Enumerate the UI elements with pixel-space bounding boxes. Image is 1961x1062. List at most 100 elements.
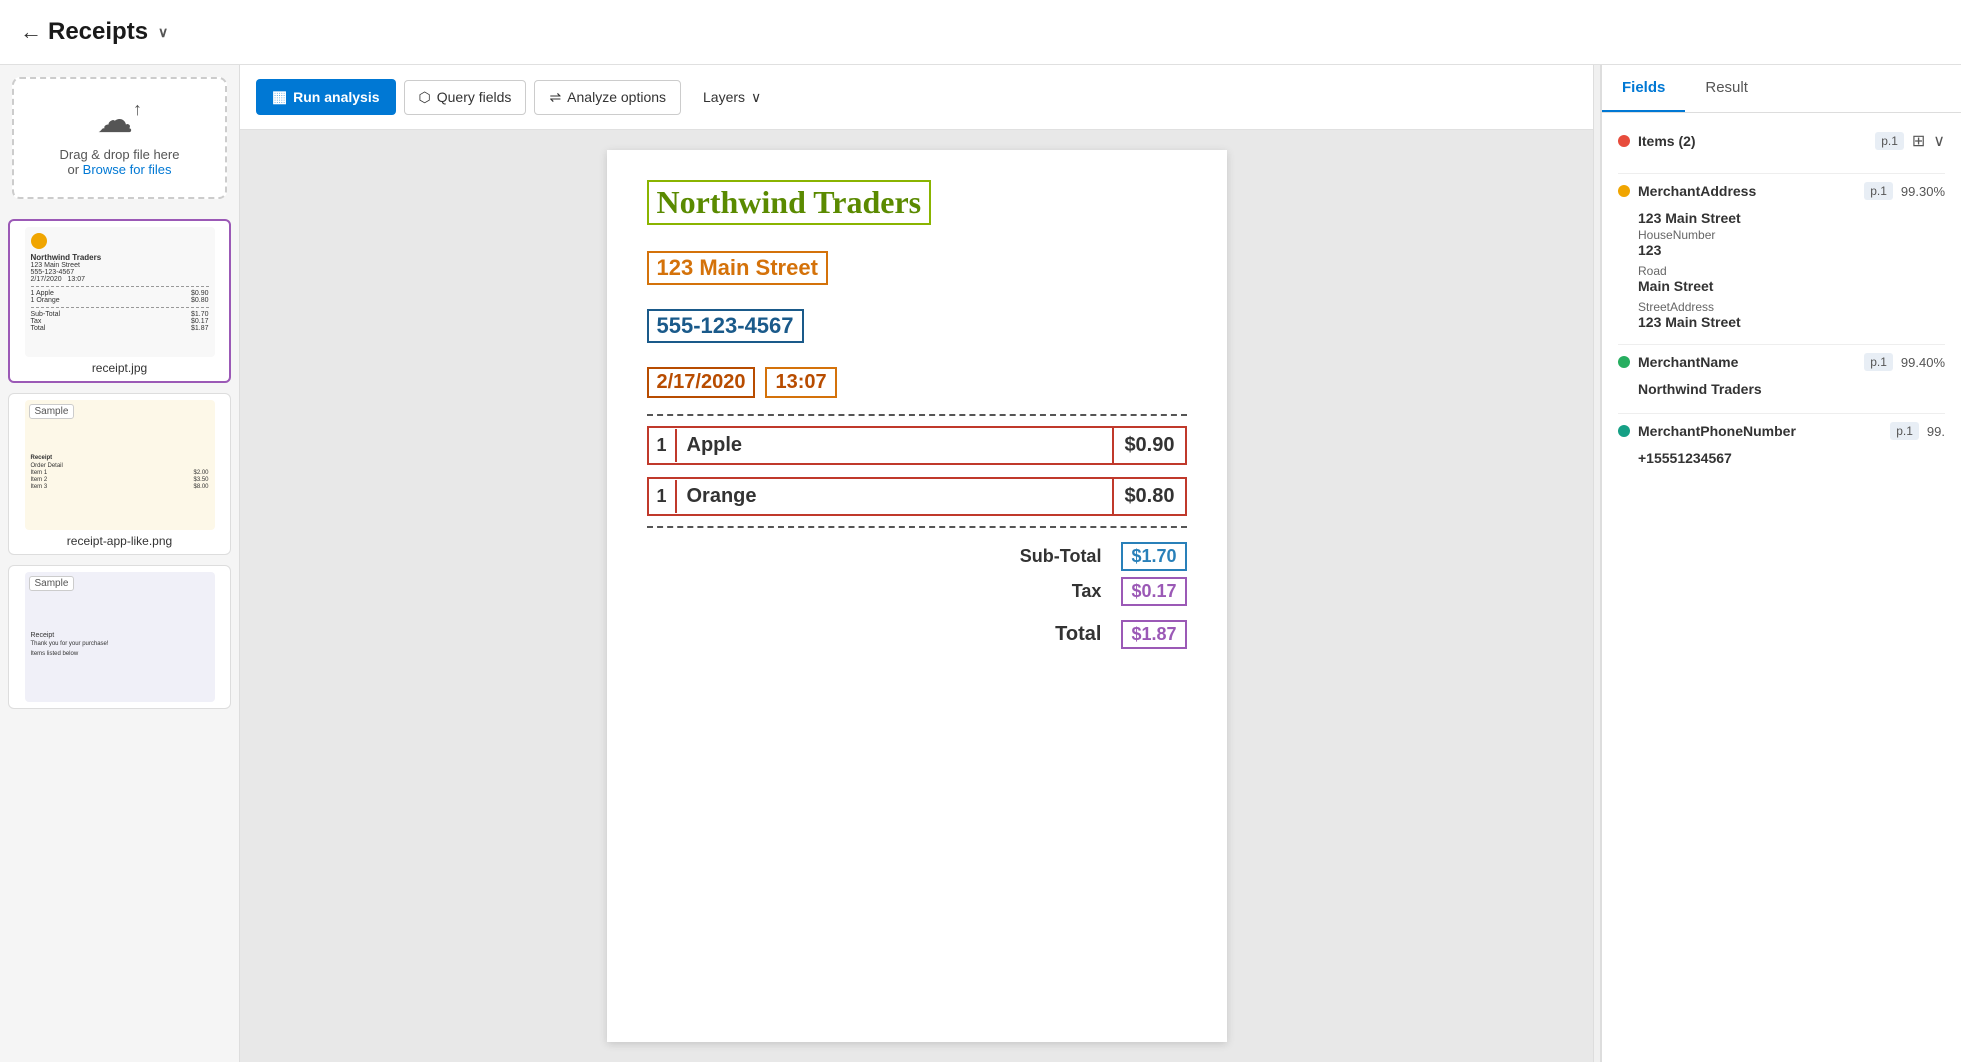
subtotal-value: $1.70 bbox=[1121, 542, 1186, 571]
field-header-items: Items (2) p.1 ⊞ ∨ bbox=[1618, 123, 1945, 159]
header: ← Receipts ∨ bbox=[0, 0, 1961, 65]
query-fields-button[interactable]: ⬡ Query fields bbox=[404, 80, 527, 115]
field-page-merchant-phone: p.1 bbox=[1890, 422, 1919, 440]
field-value-merchant-name: Northwind Traders bbox=[1618, 379, 1945, 399]
field-confidence-merchant-phone: 99. bbox=[1927, 424, 1945, 439]
receipt-datetime: 2/17/2020 13:07 bbox=[647, 367, 1187, 398]
field-confidence-merchant-address: 99.30% bbox=[1901, 184, 1945, 199]
browse-link[interactable]: Browse for files bbox=[83, 162, 172, 177]
panel-divider[interactable] bbox=[1593, 65, 1601, 1062]
field-header-merchant-name: MerchantName p.1 99.40% bbox=[1618, 345, 1945, 379]
field-dot-items bbox=[1618, 135, 1630, 147]
main-layout: ☁↑ Drag & drop file here or Browse for f… bbox=[0, 65, 1961, 1062]
field-name-merchant-address: MerchantAddress bbox=[1638, 183, 1856, 199]
field-name-merchant-name: MerchantName bbox=[1638, 354, 1856, 370]
panel-content: Items (2) p.1 ⊞ ∨ MerchantAddress p.1 99… bbox=[1602, 113, 1961, 1062]
sub-field-streetaddress: StreetAddress 123 Main Street bbox=[1618, 300, 1945, 330]
center-area: ▦ Run analysis ⬡ Query fields ⇌ Analyze … bbox=[240, 65, 1593, 1062]
field-confidence-merchant-name: 99.40% bbox=[1901, 355, 1945, 370]
panel-tabs: Fields Result bbox=[1602, 65, 1961, 113]
layers-button[interactable]: Layers ∨ bbox=[689, 81, 775, 114]
item-price-orange: $0.80 bbox=[1114, 479, 1184, 514]
receipt-totals: Sub-Total $1.70 Tax $0.17 Total $1.87 bbox=[647, 542, 1187, 649]
field-name-merchant-phone: MerchantPhoneNumber bbox=[1638, 423, 1882, 439]
receipt-item-orange: 1 Orange $0.80 bbox=[647, 477, 1187, 516]
field-value-merchant-phone: +15551234567 bbox=[1618, 448, 1945, 468]
file-thumbnail-receipt: Northwind Traders 123 Main Street 555-12… bbox=[25, 227, 215, 357]
run-icon: ▦ bbox=[272, 87, 287, 107]
back-arrow-icon: ← bbox=[20, 19, 42, 45]
field-merchant-name: MerchantName p.1 99.40% Northwind Trader… bbox=[1618, 345, 1945, 399]
drop-text: Drag & drop file here bbox=[34, 147, 205, 162]
field-header-merchant-phone: MerchantPhoneNumber p.1 99. bbox=[1618, 414, 1945, 448]
subtotal-row: Sub-Total $1.70 bbox=[647, 542, 1187, 571]
receipt-phone-block: 555-123-4567 bbox=[647, 309, 1187, 355]
item-qty-2: 1 bbox=[649, 480, 677, 513]
field-dot-merchant-address bbox=[1618, 185, 1630, 197]
field-merchant-address: MerchantAddress p.1 99.30% 123 Main Stre… bbox=[1618, 174, 1945, 330]
analyze-icon: ⇌ bbox=[549, 89, 561, 106]
item-name-apple: Apple bbox=[677, 428, 1115, 463]
receipt-items: 1 Apple $0.90 1 Orange $0.80 bbox=[647, 426, 1187, 516]
sample-badge-2: Sample bbox=[29, 576, 75, 591]
receipt-address-block: 123 Main Street bbox=[647, 251, 1187, 297]
analyze-label: Analyze options bbox=[567, 89, 666, 105]
file-item-sample2[interactable]: Sample Receipt Thank you for your purcha… bbox=[8, 565, 231, 709]
field-expand-items[interactable]: ∨ bbox=[1933, 131, 1945, 151]
run-analysis-button[interactable]: ▦ Run analysis bbox=[256, 79, 396, 115]
query-icon: ⬡ bbox=[419, 89, 431, 106]
sample-badge: Sample bbox=[29, 404, 75, 419]
sub-field-housenumber: HouseNumber 123 bbox=[1618, 228, 1945, 258]
receipt-title: Northwind Traders bbox=[647, 180, 1187, 237]
file-sidebar: ☁↑ Drag & drop file here or Browse for f… bbox=[0, 65, 240, 1062]
field-value-merchant-address: 123 Main Street bbox=[1618, 208, 1945, 228]
back-button[interactable]: ← Receipts ∨ bbox=[20, 18, 168, 46]
drop-text2: or Browse for files bbox=[34, 162, 205, 177]
layers-caret-icon: ∨ bbox=[751, 89, 761, 106]
file-item-sample1[interactable]: Sample Receipt Order Detail Item 1$2.00 … bbox=[8, 393, 231, 555]
analyze-options-button[interactable]: ⇌ Analyze options bbox=[534, 80, 681, 115]
field-items: Items (2) p.1 ⊞ ∨ bbox=[1618, 123, 1945, 159]
dashed-separator-2 bbox=[647, 526, 1187, 528]
item-name-orange: Orange bbox=[677, 479, 1115, 514]
cloud-upload-icon: ☁↑ bbox=[34, 99, 205, 141]
file-dot bbox=[31, 233, 47, 249]
field-page-merchant-name: p.1 bbox=[1864, 353, 1893, 371]
tax-value: $0.17 bbox=[1121, 577, 1186, 606]
query-label: Query fields bbox=[437, 89, 512, 105]
field-dot-merchant-phone bbox=[1618, 425, 1630, 437]
field-grid-icon-items[interactable]: ⊞ bbox=[1912, 131, 1925, 151]
file-thumbnail-sample1: Sample Receipt Order Detail Item 1$2.00 … bbox=[25, 400, 215, 530]
total-label: Total bbox=[981, 623, 1101, 646]
document-area[interactable]: Northwind Traders 123 Main Street 555-12… bbox=[240, 130, 1593, 1062]
file-list: Northwind Traders 123 Main Street 555-12… bbox=[0, 211, 239, 1062]
run-label: Run analysis bbox=[293, 89, 379, 105]
page-title: Receipts bbox=[48, 18, 148, 46]
sub-field-road: Road Main Street bbox=[1618, 264, 1945, 294]
receipt-item-apple: 1 Apple $0.90 bbox=[647, 426, 1187, 465]
field-merchant-phone: MerchantPhoneNumber p.1 99. +15551234567 bbox=[1618, 414, 1945, 468]
field-page-merchant-address: p.1 bbox=[1864, 182, 1893, 200]
tab-fields[interactable]: Fields bbox=[1602, 65, 1685, 112]
file-item-receipt[interactable]: Northwind Traders 123 Main Street 555-12… bbox=[8, 219, 231, 383]
tab-result[interactable]: Result bbox=[1685, 65, 1768, 112]
field-name-items: Items (2) bbox=[1638, 133, 1867, 149]
tax-row: Tax $0.17 bbox=[647, 577, 1187, 606]
file-name-sample1: receipt-app-like.png bbox=[67, 534, 172, 548]
layers-label: Layers bbox=[703, 89, 745, 105]
tax-label: Tax bbox=[981, 581, 1101, 602]
total-value: $1.87 bbox=[1121, 620, 1186, 649]
document-page: Northwind Traders 123 Main Street 555-12… bbox=[607, 150, 1227, 1042]
file-name-receipt: receipt.jpg bbox=[92, 361, 147, 375]
field-page-items: p.1 bbox=[1875, 132, 1904, 150]
drop-zone[interactable]: ☁↑ Drag & drop file here or Browse for f… bbox=[12, 77, 227, 199]
dashed-separator-1 bbox=[647, 414, 1187, 416]
field-header-merchant-address: MerchantAddress p.1 99.30% bbox=[1618, 174, 1945, 208]
item-qty-1: 1 bbox=[649, 429, 677, 462]
file-thumbnail-sample2: Sample Receipt Thank you for your purcha… bbox=[25, 572, 215, 702]
right-panel: Fields Result Items (2) p.1 ⊞ ∨ Merchan bbox=[1601, 65, 1961, 1062]
center-toolbar: ▦ Run analysis ⬡ Query fields ⇌ Analyze … bbox=[240, 65, 1593, 130]
subtotal-label: Sub-Total bbox=[981, 546, 1101, 567]
field-dot-merchant-name bbox=[1618, 356, 1630, 368]
title-caret-icon[interactable]: ∨ bbox=[158, 24, 168, 41]
